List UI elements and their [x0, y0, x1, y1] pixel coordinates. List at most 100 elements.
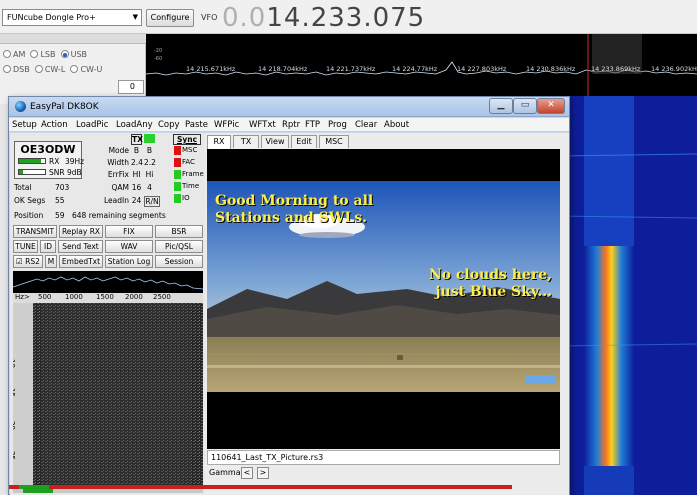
mode-lsb[interactable]: LSB	[30, 50, 56, 59]
transmit-button[interactable]: TRANSMIT	[13, 225, 57, 238]
menu-about[interactable]: About	[384, 120, 409, 130]
gamma-decrease-button[interactable]: <	[241, 467, 253, 479]
caption-line: No clouds here,	[428, 267, 552, 283]
mode-am[interactable]: AM	[3, 50, 25, 59]
picture-filename: 110641_Last_TX_Picture.rs3	[207, 450, 560, 465]
sync-io: IO	[173, 193, 203, 204]
menu-clear[interactable]: Clear	[355, 120, 377, 130]
stat-tx-qam: 16	[131, 183, 142, 192]
picture-caption-top: Good Morning to all Stations and SWLs.	[215, 193, 373, 227]
id-button[interactable]: ID	[40, 240, 56, 253]
snr-label: SNR	[49, 168, 65, 177]
snr-fill	[19, 170, 23, 174]
stat-label-errfix: ErrFix	[107, 170, 129, 179]
mode-usb[interactable]: USB	[60, 50, 87, 59]
pic-qsl-button[interactable]: Pic/QSL	[155, 240, 203, 253]
stat-rx-leadin: R/N	[144, 196, 160, 207]
menu-wfpic[interactable]: WFPic	[214, 120, 239, 130]
indicator-lamp	[174, 170, 181, 179]
device-select[interactable]: FUNcube Dongle Pro+ ▼	[2, 9, 142, 26]
mode-cwl[interactable]: CW-L	[34, 65, 66, 74]
tab-edit[interactable]: Edit	[291, 135, 317, 148]
menu-rptr[interactable]: Rptr	[282, 120, 300, 130]
tx-header: TX	[131, 134, 143, 145]
window-titlebar[interactable]: EasyPal DK8OK ▁ ▭ ✕	[9, 97, 569, 117]
mode-cwu[interactable]: CW-U	[70, 65, 102, 74]
sdr-toolbar: FUNcube Dongle Pro+ ▼ Configure VFO 0.01…	[0, 0, 697, 34]
main-waterfall[interactable]	[560, 96, 697, 495]
menu-loadany[interactable]: LoadAny	[116, 120, 153, 130]
total-label: Total	[14, 183, 32, 192]
received-picture: Good Morning to all Stations and SWLs. N…	[207, 149, 560, 449]
vfo-active-digits: 14.233.075	[266, 3, 426, 33]
fix-button[interactable]: FIX	[105, 225, 153, 238]
sync-time-label: Time	[182, 182, 200, 190]
freq-tick: 14 218.704kHz	[258, 65, 308, 73]
stat-tx-leadin: 24	[131, 196, 142, 205]
rx-header: RX	[144, 134, 155, 143]
freq-tick: 14 233.869kHz	[591, 65, 641, 73]
menu-wftxt[interactable]: WFTxt	[249, 120, 276, 130]
easypal-window: EasyPal DK8OK ▁ ▭ ✕ Setup Action LoadPic…	[8, 96, 570, 495]
caption-line: Stations and SWLs.	[215, 210, 368, 226]
mode-dsb[interactable]: DSB	[3, 65, 30, 74]
sync-io-label: IO	[182, 194, 190, 202]
maximize-button[interactable]: ▭	[513, 98, 537, 114]
stat-label-qam: QAM	[111, 183, 129, 192]
rs2-checkbox[interactable]: ☑ RS2	[13, 255, 43, 268]
remaining-segments: 648 remaining segments	[72, 211, 166, 220]
minimize-button[interactable]: ▁	[489, 98, 513, 114]
gain-spinner[interactable]: 0	[118, 80, 144, 94]
configure-button[interactable]: Configure	[146, 9, 194, 27]
tune-button[interactable]: TUNE	[13, 240, 38, 253]
menu-loadpic[interactable]: LoadPic	[76, 120, 108, 130]
menu-setup[interactable]: Setup	[12, 120, 37, 130]
rs2-label: RS2	[25, 257, 40, 266]
maximize-icon: ▭	[520, 100, 530, 110]
tab-msc[interactable]: MSC	[319, 135, 349, 148]
bsr-button[interactable]: BSR	[155, 225, 203, 238]
menu-prog[interactable]: Prog	[328, 120, 347, 130]
stat-tx-mode: B	[133, 146, 140, 155]
device-select-value: FUNcube Dongle Pro+	[7, 13, 96, 22]
waterfall-time-scale: 10 15 20 25	[13, 303, 33, 487]
scale-tick: 25	[13, 451, 16, 460]
scale-tick: 20	[13, 421, 16, 430]
tab-tx[interactable]: TX	[233, 135, 259, 148]
callsign-box: OE3ODW RX 39Hz SNR 9dB	[14, 141, 84, 179]
m-button[interactable]: M	[45, 255, 57, 268]
snr-value: 9dB	[67, 168, 82, 177]
mode-cwl-label: CW-L	[44, 65, 66, 74]
sync-msc: MSC	[173, 145, 203, 156]
menu-paste[interactable]: Paste	[185, 120, 208, 130]
vfo-frequency[interactable]: 0.014.233.075	[222, 3, 425, 33]
freq-tick: 14 227.803kHz	[457, 65, 507, 73]
send-text-button[interactable]: Send Text	[58, 240, 103, 253]
stat-rx-qam: 4	[147, 183, 152, 192]
position-label: Position	[14, 211, 44, 220]
rx-label: RX	[49, 157, 60, 166]
station-log-button[interactable]: Station Log	[105, 255, 153, 268]
replay-rx-button[interactable]: Replay RX	[59, 225, 103, 238]
wav-button[interactable]: WAV	[105, 240, 153, 253]
indicator-lamp	[174, 146, 181, 155]
embedtxt-button[interactable]: EmbedTxt	[59, 255, 103, 268]
scale-tick: 15	[13, 388, 16, 397]
menu-ftp[interactable]: FTP	[305, 120, 320, 130]
gamma-increase-button[interactable]: >	[257, 467, 269, 479]
indicator-lamp	[174, 182, 181, 191]
position-value: 59	[55, 211, 65, 220]
mode-cwu-label: CW-U	[80, 65, 103, 74]
close-button[interactable]: ✕	[537, 98, 565, 114]
audio-waterfall[interactable]: 10 15 20 25	[13, 303, 203, 487]
menu-action[interactable]: Action	[41, 120, 68, 130]
ruler-tick: 500	[38, 293, 52, 301]
tab-view[interactable]: View	[261, 135, 289, 148]
session-button[interactable]: Session	[155, 255, 203, 268]
freq-tick: 14 224.77kHz	[392, 65, 438, 73]
menu-copy[interactable]: Copy	[158, 120, 180, 130]
sync-fac-label: FAC	[182, 158, 195, 166]
radio-icon	[30, 50, 39, 58]
tab-rx[interactable]: RX	[207, 135, 231, 149]
frequency-ruler: 14 215.671kHz 14 218.704kHz 14 221.737kH…	[146, 48, 697, 73]
